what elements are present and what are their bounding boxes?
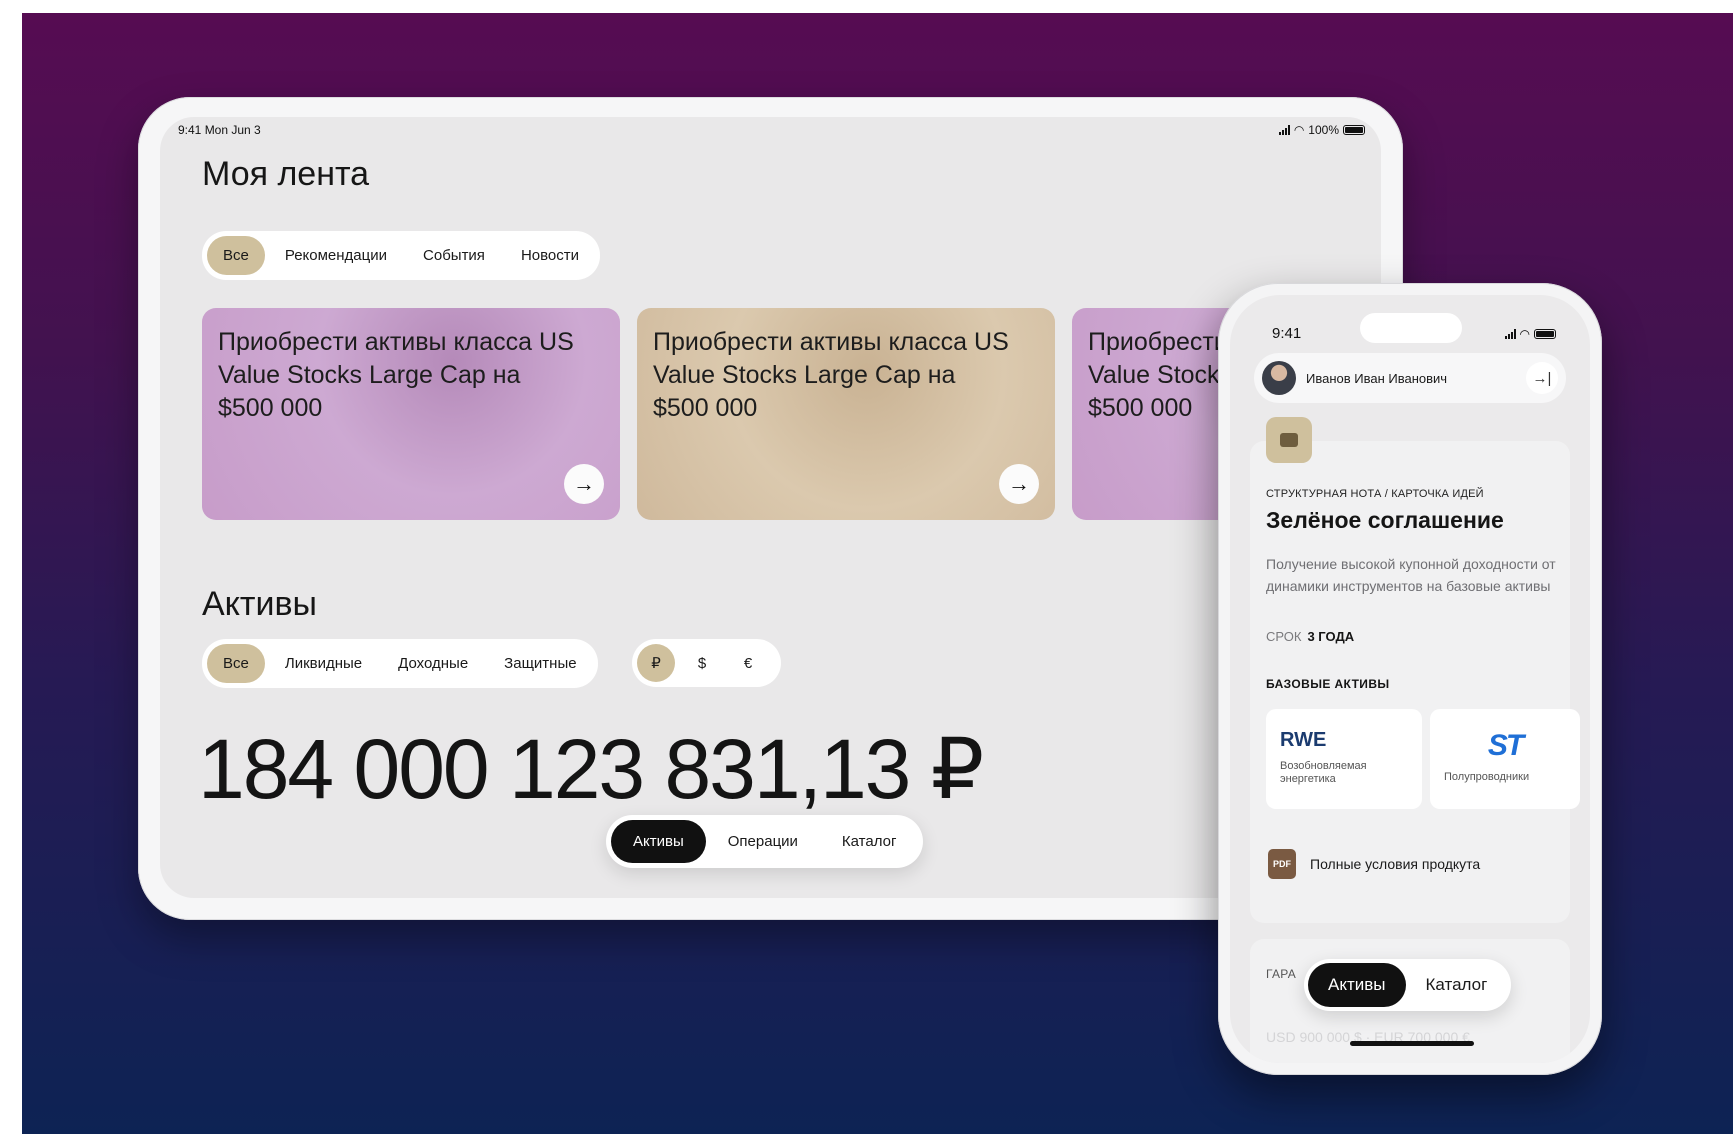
feed-card[interactable]: Приобрести активы класса US Value Stocks… (202, 308, 620, 520)
pdf-link[interactable]: PDF Полные условия продкута (1268, 849, 1480, 879)
base-asset-label: Полупроводники (1444, 771, 1530, 783)
tab-assets[interactable]: Активы (611, 820, 706, 863)
wifi-icon: ◠ (1293, 123, 1305, 137)
user-header: Иванов Иван Иванович →| (1254, 353, 1566, 403)
product-title: Зелёное соглашение (1266, 507, 1504, 533)
base-asset-st[interactable]: ST Полупроводники (1430, 709, 1580, 809)
phone-tab-bar: Активы Каталог (1304, 959, 1512, 1011)
pdf-link-label: Полные условия продкута (1310, 856, 1481, 872)
feed-card-text: Приобрести активы класса US Value Stocks… (653, 328, 1009, 422)
term-value: 3 ГОДА (1307, 629, 1355, 644)
base-asset-label: Возобновляемая энергетика (1280, 760, 1367, 785)
home-indicator (1350, 1041, 1474, 1046)
assets-filter-all[interactable]: Все (207, 644, 265, 683)
tab-operations[interactable]: Операции (706, 820, 820, 863)
term-label: СРОК (1266, 629, 1302, 644)
battery-percent: 100% (1308, 123, 1339, 137)
product-term: СРОК 3 ГОДА (1266, 629, 1354, 644)
assets-filter-liquid[interactable]: Ликвидные (269, 644, 378, 683)
logout-icon[interactable]: →| (1526, 362, 1558, 394)
assets-filter-group: Все Ликвидные Доходные Защитные (202, 639, 598, 688)
battery-icon (1343, 125, 1365, 135)
avatar[interactable] (1262, 361, 1296, 395)
feed-filter-all[interactable]: Все (207, 236, 265, 275)
phone-device: 9:41 ◠ Иванов Иван Иванович →| СТРУКТУРН… (1218, 283, 1602, 1075)
phone-status-time: 9:41 (1272, 325, 1302, 342)
assets-filter-protective[interactable]: Защитные (488, 644, 592, 683)
phone-tab-assets[interactable]: Активы (1308, 963, 1406, 1007)
signal-icon (1278, 125, 1290, 135)
arrow-right-icon[interactable]: → (564, 464, 604, 504)
user-name: Иванов Иван Иванович (1306, 370, 1448, 386)
base-asset-rwe[interactable]: RWE Возобновляемая энергетика (1266, 709, 1422, 809)
currency-switch: ₽ $ € (632, 639, 781, 687)
dynamic-island (1360, 313, 1462, 343)
currency-rub[interactable]: ₽ (637, 644, 675, 682)
feed-card-text: Приобрести активы класса US Value Stocks… (218, 328, 574, 422)
phone-status-indicators: ◠ (1504, 327, 1556, 341)
pdf-icon: PDF (1268, 849, 1296, 879)
st-logo: ST (1487, 729, 1524, 762)
base-assets-title: БАЗОВЫЕ АКТИВЫ (1266, 677, 1390, 691)
battery-icon (1534, 329, 1556, 339)
assets-title: Активы (202, 585, 317, 623)
product-description: Получение высокой купонной доходности от… (1266, 556, 1556, 594)
feed-card[interactable]: Приобрести активы класса US Value Stocks… (637, 308, 1055, 520)
signal-icon (1504, 329, 1516, 339)
tablet-status-time: 9:41 Mon Jun 3 (178, 123, 261, 137)
wifi-icon: ◠ (1519, 327, 1530, 341)
feed-title: Моя лента (202, 155, 370, 193)
tablet-device: 9:41 Mon Jun 3 ◠ 100% Моя лента Все Реко… (138, 97, 1403, 920)
phone-screen: 9:41 ◠ Иванов Иван Иванович →| СТРУКТУРН… (1230, 295, 1590, 1063)
currency-eur[interactable]: € (729, 644, 767, 682)
product-kicker: СТРУКТУРНАЯ НОТА / КАРТОЧКА ИДЕЙ (1266, 488, 1484, 500)
phone-tab-catalog[interactable]: Каталог (1406, 963, 1508, 1007)
next-card-kicker: ГАРА (1266, 967, 1297, 981)
briefcase-icon (1266, 417, 1312, 463)
tab-catalog[interactable]: Каталог (820, 820, 919, 863)
assets-total-value: 184 000 123 831,13 ₽ (198, 722, 984, 816)
arrow-right-icon[interactable]: → (999, 464, 1039, 504)
tablet-screen: 9:41 Mon Jun 3 ◠ 100% Моя лента Все Реко… (160, 117, 1381, 898)
tablet-tab-bar: Активы Операции Каталог (606, 815, 924, 868)
rwe-logo: RWE (1280, 729, 1327, 751)
feed-filter-recommendations[interactable]: Рекомендации (269, 236, 403, 275)
feed-filter-events[interactable]: События (407, 236, 501, 275)
tablet-status-indicators: ◠ 100% (1278, 123, 1365, 137)
currency-usd[interactable]: $ (683, 644, 721, 682)
feed-filter-group: Все Рекомендации События Новости (202, 231, 601, 280)
feed-filter-news[interactable]: Новости (505, 236, 595, 275)
assets-filter-income[interactable]: Доходные (382, 644, 484, 683)
